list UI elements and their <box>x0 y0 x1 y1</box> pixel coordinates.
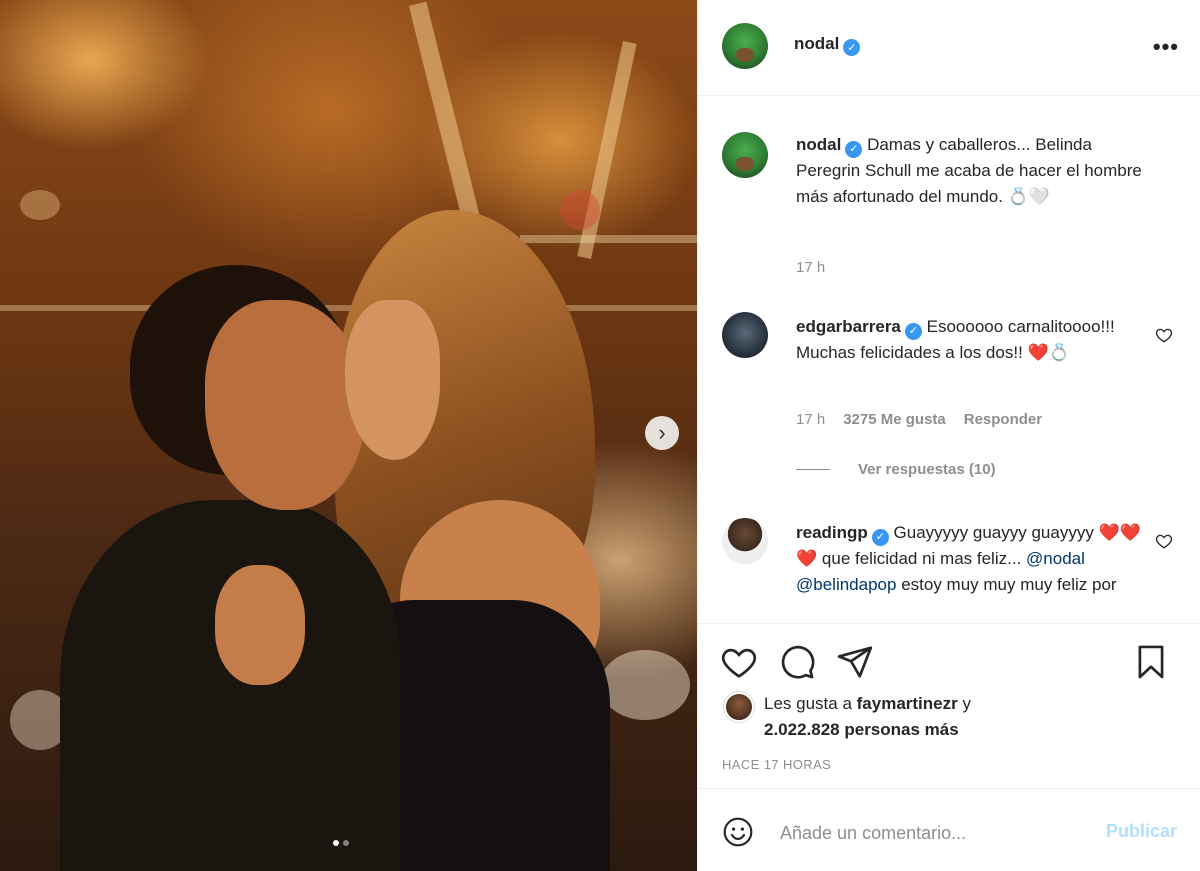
comments-list[interactable]: nodal ✓ Damas y caballeros... Belinda Per… <box>698 97 1200 622</box>
username[interactable]: nodal <box>794 34 839 53</box>
comment-text-block: readingp ✓ Guayyyyy guayyy guayyyy ❤️❤️❤️… <box>796 520 1152 598</box>
liked-by-joiner: y <box>962 694 971 713</box>
comment-time[interactable]: 17 h <box>796 411 825 428</box>
verified-badge-icon: ✓ <box>904 322 922 340</box>
ring-emoji: 💍 <box>1007 187 1029 206</box>
comment-meta: 17 h 3275 Me gusta Responder <box>796 411 1042 428</box>
photo-bokeh <box>600 650 690 720</box>
verified-badge-icon: ✓ <box>871 528 889 546</box>
red-heart-emoji: ❤️ <box>1027 343 1049 362</box>
save-bookmark-icon[interactable] <box>1132 643 1170 681</box>
post-author: nodal ✓ <box>794 34 861 56</box>
chevron-right-icon: › <box>658 420 666 445</box>
verified-badge-icon: ✓ <box>843 39 861 56</box>
avatar[interactable] <box>722 132 768 178</box>
photo-bokeh <box>20 190 60 220</box>
photo-hand <box>215 565 305 685</box>
comment-text-start: Guayyyyy guayyy guayyyy <box>893 523 1094 542</box>
like-heart-icon[interactable] <box>720 643 758 681</box>
photo-beam <box>520 235 697 243</box>
ring-emoji: 💍 <box>1048 343 1070 362</box>
carousel-dot-active <box>333 840 339 846</box>
avatar[interactable] <box>722 23 768 69</box>
comment-likes[interactable]: 3275 Me gusta <box>843 411 946 428</box>
avatar[interactable] <box>724 692 754 722</box>
username[interactable]: readingp <box>796 523 868 542</box>
comment-input[interactable] <box>780 819 1070 847</box>
emoji-smiley-icon[interactable] <box>722 816 754 848</box>
post-header: nodal ✓ ••• <box>698 0 1200 96</box>
post-panel: nodal ✓ ••• nodal ✓ Damas y caballeros... … <box>697 0 1200 871</box>
add-comment-bar: Publicar <box>698 788 1200 871</box>
avatar[interactable] <box>722 312 768 358</box>
share-paper-plane-icon[interactable] <box>836 643 874 681</box>
verified-badge-icon: ✓ <box>845 140 863 158</box>
post-photo[interactable]: › <box>0 0 697 871</box>
caption-time[interactable]: 17 h <box>796 259 825 276</box>
comment-text-end: estoy muy muy muy feliz por <box>901 575 1117 594</box>
caption-meta: 17 h <box>796 259 825 276</box>
view-replies-label: Ver respuestas (10) <box>858 461 996 478</box>
likes-count[interactable]: 2.022.828 personas más <box>764 720 959 739</box>
comment-bubble-icon[interactable] <box>778 643 816 681</box>
comment-text-block: edgarbarrera ✓ Esoooooo carnalitoooo!!! M… <box>796 314 1152 366</box>
like-comment-heart-icon[interactable] <box>1155 532 1173 550</box>
avatar[interactable] <box>722 518 768 564</box>
liked-by-user[interactable]: faymartinezr <box>857 694 958 713</box>
username[interactable]: nodal <box>796 135 841 154</box>
caption-text-block: nodal ✓ Damas y caballeros... Belinda Per… <box>796 132 1152 210</box>
post-actions: Les gusta a faymartinezr y 2.022.828 per… <box>698 623 1200 787</box>
photo-man-face <box>205 300 365 510</box>
username[interactable]: edgarbarrera <box>796 317 901 336</box>
white-heart-emoji: 🤍 <box>1028 187 1051 206</box>
carousel-next-button[interactable]: › <box>645 416 679 450</box>
mention-link[interactable]: @nodal <box>1026 549 1085 568</box>
comment-text-mid: que felicidad ni mas feliz... <box>821 549 1022 568</box>
photo-man-body <box>60 500 400 871</box>
photo-woman-face <box>345 300 440 460</box>
post-timestamp[interactable]: HACE 17 HORAS <box>722 757 831 772</box>
liked-by-prefix: Les gusta a <box>764 694 852 713</box>
more-options-icon[interactable]: ••• <box>1153 36 1179 58</box>
publish-button[interactable]: Publicar <box>1106 821 1177 842</box>
replies-divider <box>796 469 830 470</box>
view-replies-button[interactable]: Ver respuestas (10) <box>796 461 996 478</box>
mention-link[interactable]: @belindapop <box>796 575 896 594</box>
carousel-dots <box>333 840 349 846</box>
liked-by: Les gusta a faymartinezr y 2.022.828 per… <box>764 691 971 743</box>
like-comment-heart-icon[interactable] <box>1155 326 1173 344</box>
photo-bokeh <box>560 190 600 230</box>
reply-button[interactable]: Responder <box>964 411 1042 428</box>
carousel-dot <box>343 840 349 846</box>
